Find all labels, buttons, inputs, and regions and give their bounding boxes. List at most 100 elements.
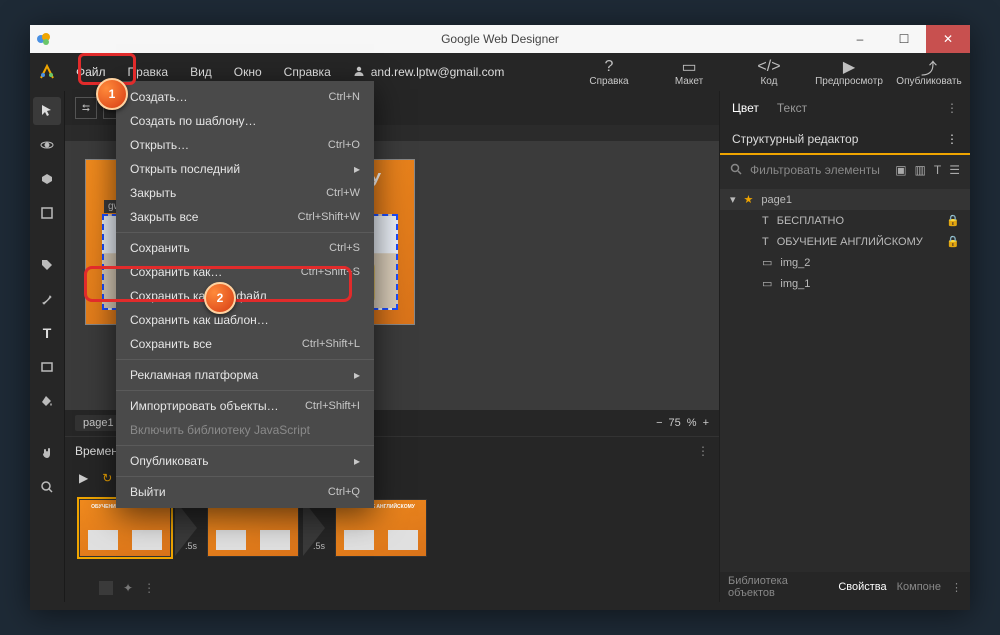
timeline-play-button[interactable]: ▶ — [79, 471, 88, 485]
menu-item[interactable]: Рекламная платформа▸ — [116, 363, 374, 387]
tool-shape[interactable] — [33, 353, 61, 381]
window-title: Google Web Designer — [30, 32, 970, 46]
tool-3dtranslate[interactable] — [33, 165, 61, 193]
view-list-icon[interactable]: ☰ — [949, 163, 960, 177]
breadcrumb-page[interactable]: page1 — [75, 415, 122, 431]
layout-icon: ▭ — [654, 58, 724, 76]
tool-selection[interactable] — [33, 97, 61, 125]
annotation-badge-2: 2 — [204, 282, 236, 314]
tool-hand[interactable] — [33, 439, 61, 467]
menu-item[interactable]: Открыть последний▸ — [116, 157, 374, 181]
menu-item[interactable]: Сохранить как ZIP-файл — [116, 284, 374, 308]
menu-item[interactable]: Создать по шаблону… — [116, 109, 374, 133]
window-close-button[interactable]: ✕ — [926, 25, 970, 53]
tool-pen[interactable] — [33, 285, 61, 313]
menu-item[interactable]: ВыйтиCtrl+Q — [116, 480, 374, 504]
search-icon — [730, 163, 742, 178]
window-maximize-button[interactable]: ☐ — [882, 25, 926, 53]
image-icon: ▭ — [762, 256, 772, 269]
star-icon: ★ — [744, 193, 754, 206]
chevron-right-icon: ▸ — [354, 454, 360, 468]
window-titlebar: Google Web Designer – ☐ ✕ — [30, 25, 970, 53]
menu-item[interactable]: Создать…Ctrl+N — [116, 85, 374, 109]
window-minimize-button[interactable]: – — [838, 25, 882, 53]
menu-item[interactable]: Импортировать объекты…Ctrl+Shift+I — [116, 394, 374, 418]
toolbar-layout[interactable]: ▭Макет — [654, 58, 724, 87]
view-image-icon[interactable]: ▣ — [895, 163, 906, 177]
help-icon: ? — [574, 58, 644, 76]
tree-row-page[interactable]: ▾ ★ page1 — [720, 189, 970, 210]
outline-tree: ▾ ★ page1 T БЕСПЛАТНО 🔒 T ОБУЧЕНИЕ АНГЛИ… — [720, 185, 970, 572]
menu-item[interactable]: Открыть…Ctrl+O — [116, 133, 374, 157]
file-menu-dropdown: Создать…Ctrl+NСоздать по шаблону…Открыть… — [116, 81, 374, 508]
tree-row[interactable]: T ОБУЧЕНИЕ АНГЛИЙСКОМУ 🔒 — [720, 231, 970, 252]
app-icon — [30, 25, 58, 53]
chevron-right-icon: ▸ — [354, 162, 360, 176]
bottom-left-controls: ✦ ⋮ — [99, 578, 155, 598]
menu-help[interactable]: Справка — [274, 61, 341, 83]
tab-properties[interactable]: Свойства — [838, 581, 886, 593]
tool-fill[interactable] — [33, 387, 61, 415]
tool-zoom[interactable] — [33, 473, 61, 501]
menu-item[interactable]: СохранитьCtrl+S — [116, 236, 374, 260]
chevron-right-icon: ▸ — [354, 368, 360, 382]
tree-row[interactable]: T БЕСПЛАТНО 🔒 — [720, 210, 970, 231]
view-text-icon[interactable]: T — [934, 163, 941, 177]
zoom-value[interactable]: 75 — [669, 417, 681, 429]
panel-more-icon[interactable]: ⋮ — [946, 132, 958, 146]
tree-row[interactable]: ▭ img_1 — [720, 273, 970, 294]
add-icon[interactable]: ✦ — [123, 581, 133, 595]
user-icon — [353, 65, 365, 80]
code-icon: </> — [734, 58, 804, 76]
menu-item: Включить библиотеку JavaScript — [116, 418, 374, 442]
user-email: and.rew.lptw@gmail.com — [371, 65, 505, 79]
menu-item[interactable]: Сохранить как шаблон… — [116, 308, 374, 332]
menu-window[interactable]: Окно — [224, 61, 272, 83]
menu-item[interactable]: ЗакрытьCtrl+W — [116, 181, 374, 205]
preview-icon: ▶ — [814, 58, 884, 76]
image-icon: ▭ — [762, 277, 772, 290]
tool-text[interactable]: T — [33, 319, 61, 347]
text-icon: T — [762, 236, 769, 248]
zoom-unit: % — [687, 417, 697, 429]
timeline-loop-button[interactable]: ↻ — [102, 471, 112, 485]
text-icon: T — [762, 215, 769, 227]
tree-row[interactable]: ▭ img_2 — [720, 252, 970, 273]
gwd-logo-icon — [36, 61, 58, 83]
tool-tag[interactable] — [33, 251, 61, 279]
tab-color[interactable]: Цвет — [732, 101, 759, 115]
tool-element[interactable] — [33, 199, 61, 227]
zoom-in-button[interactable]: + — [703, 417, 709, 429]
right-panel: Цвет Текст ⋮ Структурный редактор ⋮ Филь… — [719, 91, 970, 602]
toolbar-preview[interactable]: ▶Предпросмотр — [814, 58, 884, 87]
publish-icon: ⤴ — [894, 58, 964, 76]
menu-item[interactable]: Опубликовать▸ — [116, 449, 374, 473]
toolbar-help[interactable]: ?Справка — [574, 58, 644, 87]
outline-title: Структурный редактор — [732, 132, 858, 146]
menu-item[interactable]: Сохранить как…Ctrl+Shift+S — [116, 260, 374, 284]
align-left-icon[interactable]: ⮀ — [75, 97, 97, 119]
add-page-button[interactable] — [99, 581, 113, 595]
filter-input[interactable]: Фильтровать элементы — [750, 163, 887, 177]
tab-library[interactable]: Библиотека объектов — [728, 575, 828, 599]
panel-more-icon[interactable]: ⋮ — [946, 101, 958, 115]
panel-more-icon[interactable]: ⋮ — [951, 581, 962, 594]
lock-icon[interactable]: 🔒 — [946, 214, 960, 227]
menu-item[interactable]: Закрыть всеCtrl+Shift+W — [116, 205, 374, 229]
toolbar-code[interactable]: </>Код — [734, 58, 804, 87]
tab-text[interactable]: Текст — [777, 101, 807, 115]
menu-view[interactable]: Вид — [180, 61, 222, 83]
zoom-out-button[interactable]: − — [656, 417, 662, 429]
timeline-more-icon[interactable]: ⋮ — [697, 444, 709, 458]
tool-3drotate[interactable] — [33, 131, 61, 159]
toolbar-publish[interactable]: ⤴Опубликовать — [894, 58, 964, 87]
menu-edit[interactable]: Правка — [118, 61, 179, 83]
menu-item[interactable]: Сохранить всеCtrl+Shift+L — [116, 332, 374, 356]
tool-sidebar: T — [30, 91, 65, 602]
annotation-badge-1: 1 — [96, 78, 128, 110]
more-icon[interactable]: ⋮ — [143, 581, 155, 595]
lock-icon[interactable]: 🔒 — [946, 235, 960, 248]
view-grid-icon[interactable]: ▥ — [915, 163, 926, 177]
chevron-down-icon[interactable]: ▾ — [730, 193, 736, 206]
tab-components[interactable]: Компоне — [897, 581, 941, 593]
